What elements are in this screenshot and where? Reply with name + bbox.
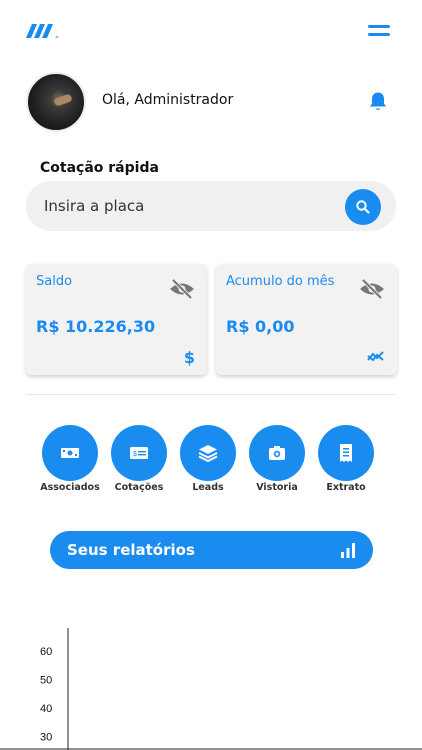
- reports-label: Seus relatórios: [67, 541, 195, 559]
- eye-off-icon[interactable]: [169, 278, 195, 300]
- y-tick-label: 30: [40, 732, 52, 744]
- bell-icon[interactable]: [368, 91, 388, 113]
- search-icon: [356, 200, 370, 214]
- money-icon: [42, 425, 98, 481]
- avatar[interactable]: [26, 72, 86, 132]
- balance-label: Saldo: [36, 274, 73, 289]
- monthly-accumulated-label: Acumulo do mês: [226, 274, 335, 289]
- eye-off-icon[interactable]: [359, 278, 385, 300]
- bar-chart-icon: [341, 543, 355, 558]
- layers-icon: [180, 425, 236, 481]
- y-tick-label: 40: [40, 703, 52, 715]
- brand-logo: [26, 20, 66, 44]
- monthly-accumulated-value: R$ 0,00: [226, 317, 295, 336]
- search-button[interactable]: [345, 189, 381, 225]
- section-divider: [26, 394, 396, 395]
- dollar-icon: $: [183, 348, 195, 367]
- action-extrato[interactable]: Extrato: [314, 425, 378, 497]
- action-label: Extrato: [326, 482, 366, 493]
- quick-quote-title: Cotação rápida: [40, 160, 159, 176]
- chart-canvas: 60 50 40 30: [0, 628, 422, 750]
- svg-text:$: $: [133, 451, 137, 458]
- balance-card[interactable]: Saldo R$ 10.226,30 $: [26, 264, 207, 375]
- action-vistoria[interactable]: Vistoria: [245, 425, 309, 497]
- reports-button[interactable]: Seus relatórios: [50, 531, 373, 569]
- action-label: Cotações: [114, 482, 164, 493]
- camera-icon: [249, 425, 305, 481]
- monthly-accumulated-card[interactable]: Acumulo do mês R$ 0,00: [216, 264, 397, 375]
- check-icon: $: [111, 425, 167, 481]
- y-tick-label: 60: [40, 646, 52, 658]
- action-cotacoes[interactable]: $ Cotações: [107, 425, 171, 497]
- action-leads[interactable]: Leads: [176, 425, 240, 497]
- plate-search-input[interactable]: [44, 194, 334, 218]
- reports-chart: 60 50 40 30: [0, 620, 422, 750]
- greeting-text: Olá, Administrador: [102, 92, 234, 108]
- quick-actions: Associados $ Cotações Leads Vistoria Ext…: [38, 425, 378, 497]
- action-associados[interactable]: Associados: [38, 425, 102, 497]
- plate-search-bar: [26, 181, 396, 231]
- hamburger-menu-icon[interactable]: [368, 22, 392, 40]
- trend-icon: [367, 348, 385, 367]
- y-tick-label: 50: [40, 675, 52, 687]
- avatar-photo-detail: [53, 93, 73, 107]
- menu-line: [368, 25, 390, 28]
- action-label: Vistoria: [256, 482, 298, 493]
- receipt-icon: [318, 425, 374, 481]
- action-label: Associados: [40, 482, 100, 493]
- action-label: Leads: [192, 482, 224, 493]
- balance-value: R$ 10.226,30: [36, 317, 156, 336]
- menu-line: [368, 33, 390, 36]
